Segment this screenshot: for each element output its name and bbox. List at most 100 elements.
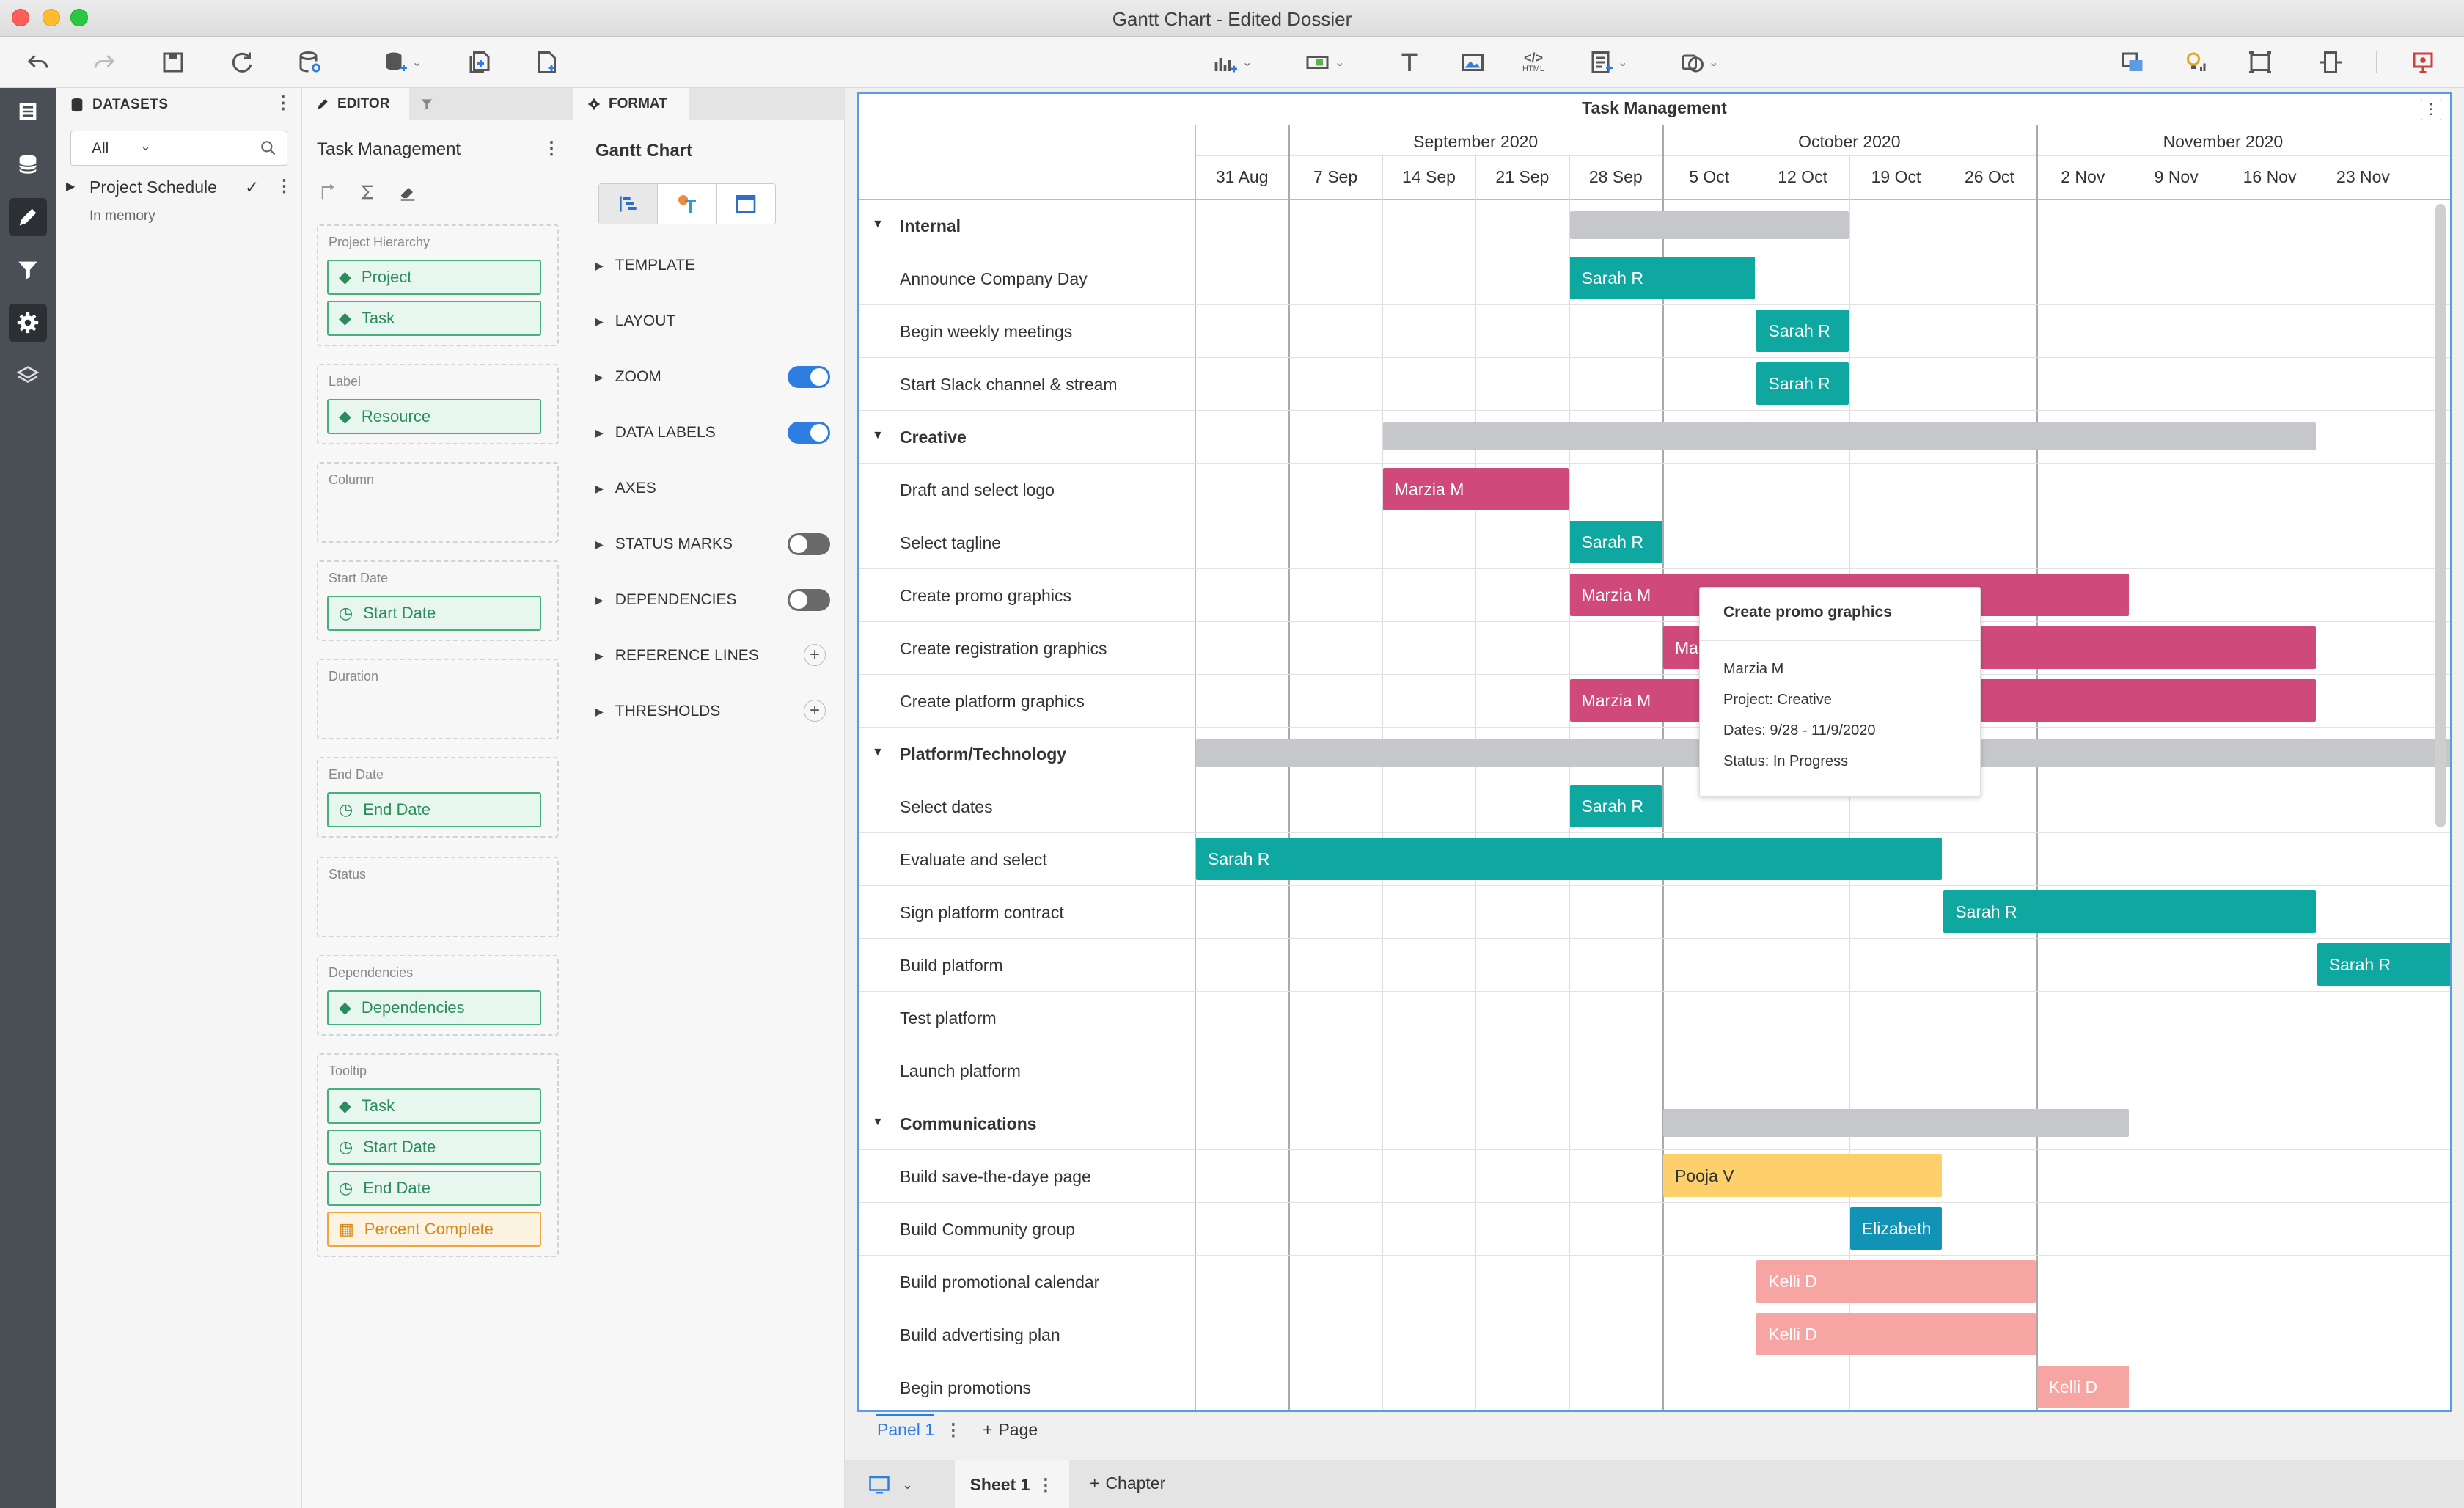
- expand-arrow-icon[interactable]: ▶: [66, 179, 75, 194]
- new-page-icon[interactable]: [534, 47, 560, 78]
- editor-icon[interactable]: [9, 198, 47, 236]
- drop-zone[interactable]: Tooltip ◆ Task ◷ Start Date ◷ End Date ▦ Percent…: [317, 1053, 559, 1257]
- task-bar[interactable]: Sarah R: [1756, 362, 1849, 405]
- drop-zone[interactable]: Project Hierarchy ◆ Project ◆ Task: [317, 224, 559, 346]
- field-pill[interactable]: ◆ Dependencies: [327, 990, 541, 1025]
- task-bar[interactable]: Elizabeth: [1849, 1207, 1943, 1250]
- task-bar[interactable]: Sarah R: [1196, 838, 1943, 880]
- panel-stack-icon[interactable]: ⌄: [1588, 47, 1627, 78]
- collapse-arrow-icon[interactable]: ▼: [872, 746, 884, 759]
- undo-icon[interactable]: [25, 47, 51, 78]
- text-format-button[interactable]: [658, 184, 717, 224]
- field-pill[interactable]: ◷ Start Date: [327, 596, 541, 631]
- format-section-template[interactable]: ▶ TEMPLATE: [595, 251, 830, 280]
- save-icon[interactable]: [160, 47, 186, 78]
- format-section-layout[interactable]: ▶ LAYOUT: [595, 307, 830, 336]
- insight-icon[interactable]: [2182, 47, 2209, 78]
- datasets-icon[interactable]: [9, 145, 47, 183]
- format-settings-icon[interactable]: [9, 304, 47, 342]
- format-section-thresholds[interactable]: ▶ THRESHOLDS +: [595, 697, 830, 726]
- search-icon[interactable]: [259, 139, 278, 158]
- refresh-icon[interactable]: [229, 47, 255, 78]
- swap-axes-icon[interactable]: [318, 182, 339, 202]
- layers-icon[interactable]: [9, 356, 47, 395]
- vertical-scrollbar[interactable]: [2435, 204, 2446, 827]
- drop-zone[interactable]: Label ◆ Resource: [317, 364, 559, 444]
- task-bar[interactable]: Kelli D: [1756, 1260, 2036, 1303]
- field-pill[interactable]: ◆ Resource: [327, 399, 541, 434]
- summary-bar[interactable]: [1382, 422, 2316, 450]
- datasets-menu-icon[interactable]: ⋮: [274, 92, 292, 114]
- text-icon[interactable]: [1396, 47, 1423, 78]
- format-section-reference-lines[interactable]: ▶ REFERENCE LINES +: [595, 641, 830, 670]
- full-screen-icon[interactable]: [2317, 47, 2344, 78]
- image-icon[interactable]: [1459, 47, 1486, 78]
- drop-zone[interactable]: Column: [317, 462, 559, 543]
- responsive-icon[interactable]: [2119, 47, 2146, 78]
- task-bar[interactable]: Sarah R: [1569, 257, 1756, 299]
- sheet-tab-menu-icon[interactable]: ⋮: [1037, 1475, 1054, 1495]
- field-pill[interactable]: ◆ Task: [327, 1088, 541, 1124]
- task-bar[interactable]: Sarah R: [1569, 521, 1662, 563]
- add-page-button[interactable]: + Page: [983, 1420, 1038, 1440]
- redo-icon[interactable]: [91, 47, 117, 78]
- collapse-arrow-icon[interactable]: ▼: [872, 218, 884, 231]
- gantt-visualization[interactable]: Task Management ⋮ September 2020 October …: [857, 92, 2452, 1412]
- drop-zone[interactable]: Status: [317, 857, 559, 937]
- toggle-switch[interactable]: [788, 366, 830, 388]
- add-icon[interactable]: +: [804, 644, 826, 666]
- task-bar[interactable]: Kelli D: [2036, 1366, 2129, 1408]
- task-bar[interactable]: Pooja V: [1663, 1154, 1943, 1197]
- sum-icon[interactable]: [358, 182, 378, 202]
- filter-panel-icon[interactable]: [9, 251, 47, 289]
- tab-sheet-1[interactable]: Sheet 1 ⋮: [955, 1460, 1069, 1508]
- toggle-switch[interactable]: [788, 533, 830, 555]
- format-section-axes[interactable]: ▶ AXES: [595, 474, 830, 503]
- task-bar[interactable]: Sarah R: [1569, 785, 1662, 827]
- tab-filter[interactable]: [409, 88, 444, 120]
- dataset-menu-icon[interactable]: ⋮: [276, 176, 293, 196]
- drop-zone[interactable]: Duration: [317, 659, 559, 739]
- add-data-icon[interactable]: ⌄: [383, 47, 422, 78]
- collapse-arrow-icon[interactable]: ▼: [872, 1116, 884, 1129]
- format-section-status-marks[interactable]: ▶ STATUS MARKS: [595, 530, 830, 559]
- toggle-switch[interactable]: [788, 589, 830, 611]
- data-source-icon[interactable]: [296, 47, 323, 78]
- html-icon[interactable]: </> HTML: [1522, 47, 1544, 78]
- summary-bar[interactable]: [1663, 1109, 2129, 1137]
- layout-selector[interactable]: ⌄: [867, 1474, 913, 1496]
- field-pill[interactable]: ◷ End Date: [327, 792, 541, 827]
- share-icon[interactable]: [2410, 47, 2436, 78]
- add-icon[interactable]: +: [804, 700, 826, 722]
- dataset-item[interactable]: ▶ Project Schedule ✓ ⋮: [66, 176, 293, 202]
- panel-tab-menu-icon[interactable]: ⋮: [945, 1420, 961, 1439]
- tab-format[interactable]: FORMAT: [573, 88, 689, 120]
- shape-icon[interactable]: ⌄: [1679, 47, 1718, 78]
- drop-zone[interactable]: Dependencies ◆ Dependencies: [317, 955, 559, 1036]
- format-section-data-labels[interactable]: ▶ DATA LABELS: [595, 418, 830, 447]
- toggle-switch[interactable]: [788, 422, 830, 444]
- visualization-icon[interactable]: ⌄: [1213, 47, 1252, 78]
- visualization-menu-icon[interactable]: ⋮: [2421, 100, 2441, 120]
- field-pill[interactable]: ◷ End Date: [327, 1171, 541, 1206]
- filter-icon[interactable]: ⌄: [1305, 47, 1344, 78]
- task-bar[interactable]: Sarah R: [1943, 890, 2316, 933]
- drop-zone[interactable]: Start Date ◷ Start Date: [317, 560, 559, 641]
- add-chapter-button[interactable]: + Chapter: [1090, 1474, 1165, 1493]
- presentation-icon[interactable]: [2247, 47, 2273, 78]
- field-pill[interactable]: ◆ Project: [327, 260, 541, 295]
- field-pill[interactable]: ▦ Percent Complete: [327, 1212, 541, 1247]
- field-pill[interactable]: ◷ Start Date: [327, 1130, 541, 1165]
- editor-menu-icon[interactable]: ⋮: [543, 138, 560, 159]
- duplicate-page-icon[interactable]: [466, 47, 493, 78]
- dataset-filter-select[interactable]: All ⌄: [70, 131, 287, 166]
- format-section-zoom[interactable]: ▶ ZOOM: [595, 362, 830, 392]
- task-bar[interactable]: Marzia M: [1382, 468, 1569, 510]
- field-pill[interactable]: ◆ Task: [327, 301, 541, 336]
- format-section-dependencies[interactable]: ▶ DEPENDENCIES: [595, 585, 830, 615]
- table-of-contents-icon[interactable]: [9, 92, 47, 131]
- task-bar[interactable]: Sarah R: [2317, 943, 2450, 986]
- task-bar[interactable]: Sarah R: [1756, 310, 1849, 352]
- container-format-button[interactable]: [717, 184, 775, 224]
- tab-panel-1[interactable]: Panel 1 ⋮: [877, 1420, 961, 1440]
